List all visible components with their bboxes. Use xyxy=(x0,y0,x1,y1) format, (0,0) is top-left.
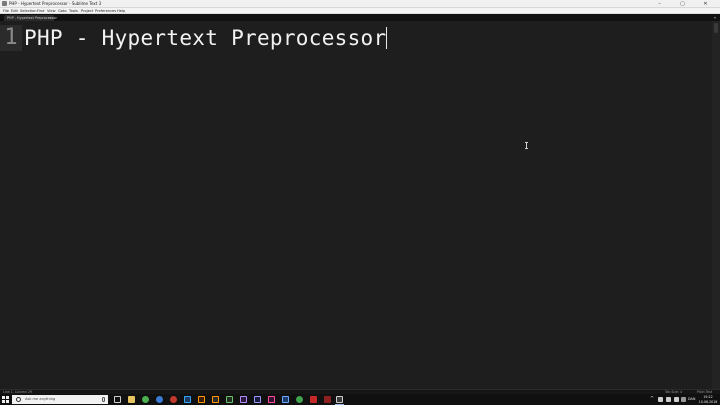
store-icon[interactable] xyxy=(282,396,289,403)
terminal-icon[interactable] xyxy=(226,396,233,403)
code-text: PHP - Hypertext Preprocessor xyxy=(24,26,387,50)
maximize-button[interactable]: ▢ xyxy=(674,0,691,8)
filezilla-icon[interactable] xyxy=(296,396,303,403)
clock-date: 10-06-2016 xyxy=(698,399,718,404)
battery-icon[interactable] xyxy=(658,397,663,402)
windows-taskbar: Ask me anything ^ DAN 19:22 10-06-2016 xyxy=(0,394,720,405)
scroll-thumb[interactable] xyxy=(714,23,718,33)
edge-icon[interactable] xyxy=(156,396,163,403)
app-red-icon[interactable] xyxy=(170,396,177,403)
screen-icon[interactable] xyxy=(336,396,343,403)
illustrator-icon[interactable] xyxy=(198,396,205,403)
editor-area[interactable]: 1 PHP - Hypertext Preprocessor xyxy=(0,21,712,389)
aftereffects-icon[interactable] xyxy=(254,396,261,403)
volume-icon[interactable] xyxy=(674,397,679,402)
system-clock[interactable]: 19:22 10-06-2016 xyxy=(698,395,718,404)
sublime-app-icon xyxy=(2,1,7,6)
code-line[interactable]: PHP - Hypertext Preprocessor xyxy=(24,25,388,51)
photoshop-icon[interactable] xyxy=(184,396,191,403)
minimize-button[interactable]: – xyxy=(651,0,668,8)
search-input[interactable]: Ask me anything xyxy=(12,395,108,404)
language-indicator[interactable]: DAN xyxy=(688,394,695,405)
mouse-ibeam-cursor-icon xyxy=(525,142,528,149)
search-placeholder: Ask me anything xyxy=(25,397,56,401)
ie-icon[interactable] xyxy=(268,396,275,403)
file-explorer-icon[interactable] xyxy=(128,396,135,403)
text-caret xyxy=(386,27,388,49)
close-button[interactable]: ✕ xyxy=(697,0,714,8)
premiere-icon[interactable] xyxy=(240,396,247,403)
chrome-icon[interactable] xyxy=(142,396,149,403)
task-view-icon[interactable] xyxy=(114,396,121,403)
network-icon[interactable] xyxy=(666,397,671,402)
start-icon[interactable] xyxy=(2,396,9,403)
sublime-icon[interactable] xyxy=(212,396,219,403)
app-dark-red-icon[interactable] xyxy=(324,396,331,403)
acrobat-icon[interactable] xyxy=(310,396,317,403)
tray-overflow-icon[interactable]: ^ xyxy=(650,394,654,405)
line-gutter: 1 xyxy=(0,21,22,389)
search-icon xyxy=(16,397,21,402)
window-title: PHP - Hypertext Preprocessor - Sublime T… xyxy=(9,1,102,6)
title-bar: PHP - Hypertext Preprocessor - Sublime T… xyxy=(0,0,720,8)
mic-icon[interactable] xyxy=(102,397,105,402)
vertical-scrollbar[interactable] xyxy=(712,21,720,389)
tab-bar: PHP - Hypertext Preprocessor × ▾ xyxy=(0,14,720,21)
notification-icon[interactable] xyxy=(681,397,686,402)
line-number: 1 xyxy=(0,25,22,51)
